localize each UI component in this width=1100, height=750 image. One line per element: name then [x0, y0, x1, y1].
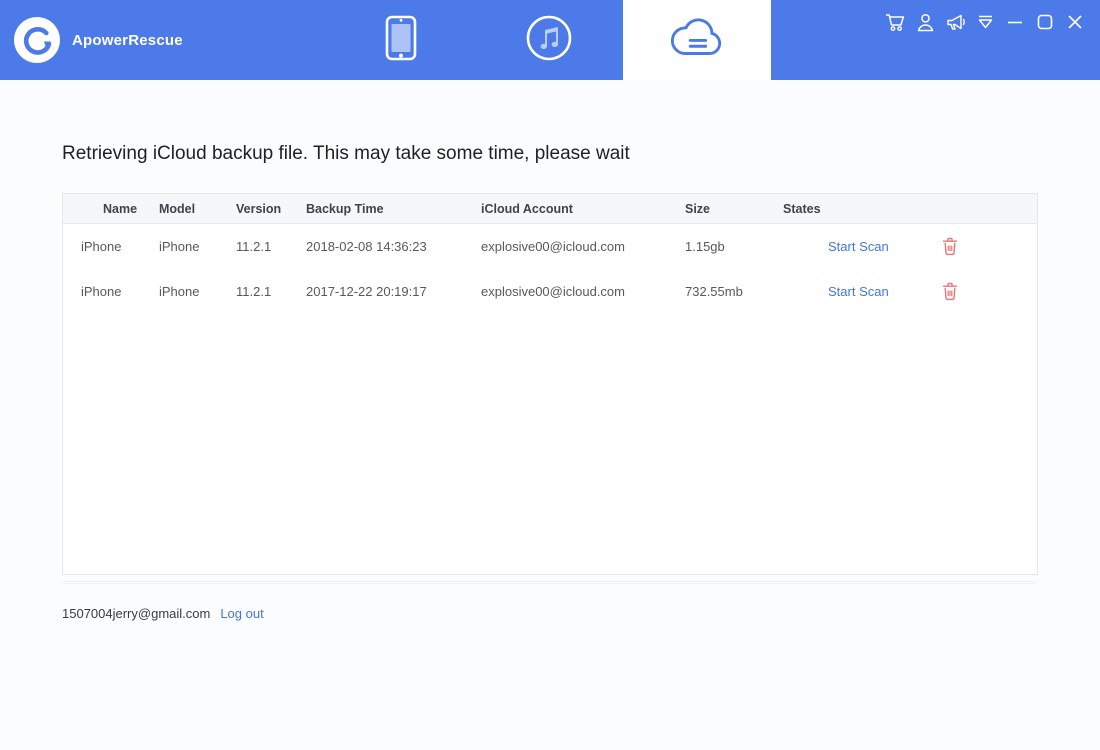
tab-recover-from-device[interactable] — [327, 0, 475, 80]
cell-version: 11.2.1 — [236, 239, 272, 254]
column-header-version: Version — [236, 202, 282, 216]
cell-size: 1.15gb — [685, 239, 725, 254]
table-row: iPhone iPhone 11.2.1 2018-02-08 14:36:23… — [63, 224, 1037, 269]
tab-recover-from-itunes[interactable] — [475, 0, 623, 80]
account-email: 1507004jerry@gmail.com — [62, 606, 211, 621]
titlebar: ApowerRescue — [0, 0, 1100, 80]
cell-size: 732.55mb — [685, 284, 743, 299]
window-controls — [880, 10, 1090, 34]
start-scan-link[interactable]: Start Scan — [828, 269, 889, 314]
app-logo-icon — [14, 17, 60, 63]
backup-table: Name Model Version Backup Time iCloud Ac… — [62, 193, 1038, 575]
dropdown-icon[interactable] — [970, 10, 1000, 34]
column-header-model: Model — [159, 202, 196, 216]
cell-icloud-account: explosive00@icloud.com — [481, 239, 625, 254]
minimize-icon[interactable] — [1000, 10, 1030, 34]
megaphone-icon[interactable] — [940, 10, 970, 34]
scrollbar-track — [63, 581, 1037, 584]
column-header-backup-time: Backup Time — [306, 202, 384, 216]
cell-backup-time: 2017-12-22 20:19:17 — [306, 284, 427, 299]
table-header-row: Name Model Version Backup Time iCloud Ac… — [63, 194, 1037, 224]
account-icon[interactable] — [910, 10, 940, 34]
app-title: ApowerRescue — [72, 31, 183, 49]
phone-icon — [384, 14, 418, 67]
cart-icon[interactable] — [880, 10, 910, 34]
tab-recover-from-icloud[interactable] — [623, 0, 771, 80]
table-row: iPhone iPhone 11.2.1 2017-12-22 20:19:17… — [63, 269, 1037, 314]
column-header-size: Size — [685, 202, 711, 216]
cell-name: iPhone — [81, 284, 122, 299]
start-scan-link[interactable]: Start Scan — [828, 224, 889, 269]
brand: ApowerRescue — [14, 17, 183, 63]
cell-model: iPhone — [159, 239, 200, 254]
cell-version: 11.2.1 — [236, 284, 272, 299]
cell-icloud-account: explosive00@icloud.com — [481, 284, 625, 299]
cell-backup-time: 2018-02-08 14:36:23 — [306, 239, 427, 254]
maximize-icon[interactable] — [1030, 10, 1060, 34]
column-header-name: Name — [103, 202, 138, 216]
cell-model: iPhone — [159, 284, 200, 299]
mode-tabs — [327, 0, 771, 80]
page-title: Retrieving iCloud backup file. This may … — [62, 143, 630, 164]
itunes-icon — [525, 14, 573, 67]
delete-icon[interactable] — [942, 282, 958, 304]
column-header-states: States — [783, 202, 821, 216]
logout-link[interactable]: Log out — [220, 606, 263, 621]
account-footer: 1507004jerry@gmail.com Log out — [62, 606, 264, 621]
icloud-icon — [666, 16, 728, 65]
main-content: Retrieving iCloud backup file. This may … — [0, 80, 1100, 750]
close-icon[interactable] — [1060, 10, 1090, 34]
delete-icon[interactable] — [942, 237, 958, 259]
column-header-icloud-account: iCloud Account — [481, 202, 573, 216]
cell-name: iPhone — [81, 239, 122, 254]
